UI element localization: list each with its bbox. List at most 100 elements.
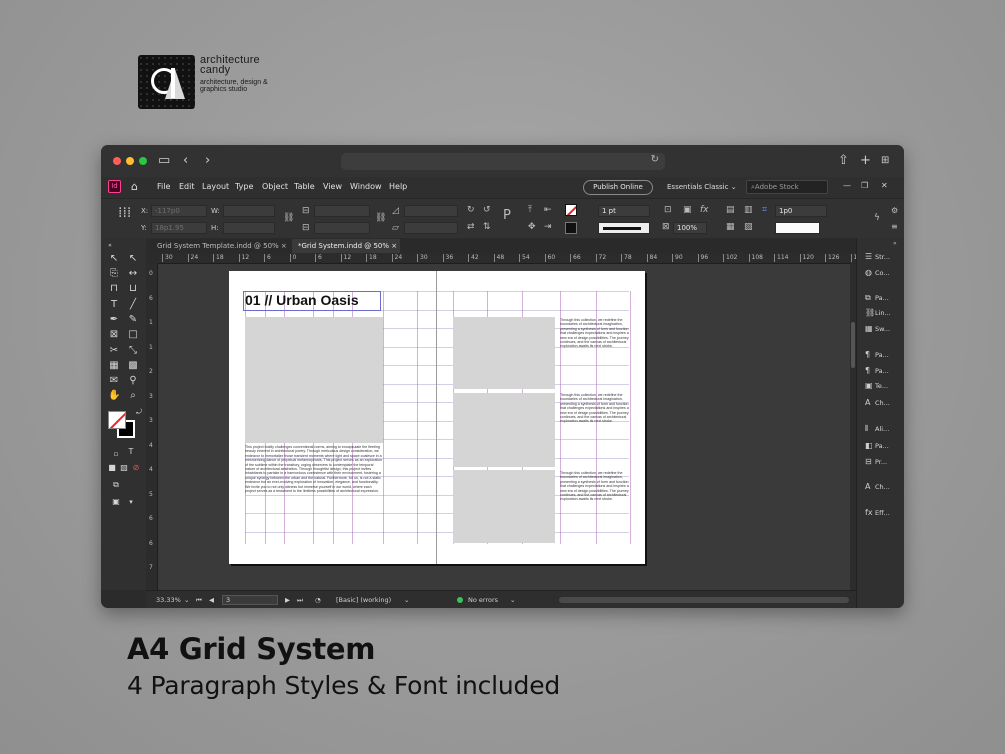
- close-window-button[interactable]: [113, 157, 121, 165]
- scale-y-icon[interactable]: ⊟: [302, 223, 310, 233]
- publish-online-button[interactable]: Publish Online: [583, 180, 653, 195]
- scale-x-field[interactable]: [314, 205, 370, 217]
- zoom-tool-icon[interactable]: ⌕: [127, 390, 139, 402]
- share-icon[interactable]: ⇧: [838, 153, 849, 169]
- object-style-dropdown[interactable]: [775, 222, 820, 234]
- panel-color[interactable]: ◍ Co...: [865, 268, 890, 278]
- select-previous-icon[interactable]: ⇤: [544, 205, 552, 215]
- panel-links[interactable]: ⛓Lin...: [865, 308, 891, 318]
- view-mode-menu-icon[interactable]: ▾: [125, 496, 137, 508]
- hand-tool-icon[interactable]: ✋: [108, 390, 120, 402]
- stroke-type-dropdown[interactable]: [598, 222, 650, 234]
- chevron-down-icon[interactable]: ⌄: [510, 596, 515, 604]
- next-page-icon[interactable]: ▶: [285, 596, 290, 604]
- tab-grid-system[interactable]: *Grid System.indd @ 50% ×: [292, 239, 400, 253]
- reference-point-icon[interactable]: ⁞⁞⁞: [118, 206, 131, 220]
- stroke-swatch[interactable]: [565, 222, 577, 234]
- menu-window[interactable]: Window: [350, 181, 382, 193]
- gradient-feather-tool-icon[interactable]: ▩: [127, 360, 139, 372]
- formatting-text-icon[interactable]: T: [125, 446, 137, 458]
- minimize-icon[interactable]: —: [843, 181, 851, 190]
- close-icon[interactable]: ×: [281, 242, 287, 250]
- rotate-cw-icon[interactable]: ↻: [467, 205, 475, 215]
- fill-swatch[interactable]: [565, 204, 577, 216]
- select-next-icon[interactable]: ⇥: [544, 222, 552, 232]
- chevron-left-icon[interactable]: ‹: [183, 153, 188, 169]
- zoom-level[interactable]: 33.33%: [156, 596, 181, 604]
- image-placeholder[interactable]: [245, 317, 383, 443]
- screen-mode-icon[interactable]: ⧉: [110, 479, 122, 491]
- panel-character-styles[interactable]: A Ch...: [865, 482, 890, 492]
- select-content-icon[interactable]: ✥: [528, 222, 536, 232]
- select-container-icon[interactable]: ⤒: [528, 205, 532, 215]
- rectangle-frame-tool-icon[interactable]: ⊠: [108, 329, 120, 341]
- panel-paragraph-styles[interactable]: ¶ Pa...: [865, 350, 889, 360]
- rectangle-tool-icon[interactable]: □: [127, 329, 139, 341]
- minimize-window-button[interactable]: [126, 157, 134, 165]
- horizontal-scrollbar[interactable]: [559, 597, 849, 603]
- pen-tool-icon[interactable]: ✒: [108, 314, 120, 326]
- lightning-icon[interactable]: ϟ: [874, 213, 880, 223]
- frame-select-icon[interactable]: ⌗: [762, 205, 767, 215]
- direct-selection-tool-icon[interactable]: ↖: [127, 253, 139, 265]
- image-placeholder[interactable]: [453, 470, 555, 543]
- note-tool-icon[interactable]: ✉: [108, 375, 120, 387]
- distribute-spacing-icon[interactable]: ▧: [744, 222, 753, 232]
- flip-horizontal-icon[interactable]: ⇄: [467, 222, 475, 232]
- menu-view[interactable]: View: [323, 181, 342, 193]
- scissors-tool-icon[interactable]: ✂: [108, 345, 120, 357]
- gear-icon[interactable]: ⚙: [891, 206, 898, 216]
- distribute-icon[interactable]: ▦: [726, 222, 735, 232]
- page-tool-icon[interactable]: ⎘: [108, 268, 120, 280]
- menu-object[interactable]: Object: [262, 181, 288, 193]
- formatting-container-icon[interactable]: ▫: [110, 448, 122, 460]
- panel-character[interactable]: A Ch...: [865, 398, 890, 408]
- menu-file[interactable]: File: [157, 181, 170, 193]
- restore-icon[interactable]: ❐: [861, 181, 868, 190]
- close-icon[interactable]: ✕: [881, 181, 888, 190]
- close-icon[interactable]: ×: [391, 242, 397, 250]
- last-page-icon[interactable]: ⏭: [297, 596, 303, 604]
- frame-fitting-icon[interactable]: ⊡: [664, 205, 672, 215]
- menu-layout[interactable]: Layout: [202, 181, 229, 193]
- content-placer-icon[interactable]: ⊔: [127, 283, 139, 295]
- gap-tool-icon[interactable]: ↔: [127, 268, 139, 280]
- apply-none-icon[interactable]: ⊘: [130, 462, 142, 474]
- panel-properties[interactable]: ⊟ Pr...: [865, 457, 887, 467]
- gradient-swatch-tool-icon[interactable]: ▦: [108, 360, 120, 372]
- chevron-down-icon[interactable]: ⌄: [404, 596, 409, 604]
- eyedropper-tool-icon[interactable]: ⚲: [127, 375, 139, 387]
- type-tool-icon[interactable]: T: [108, 299, 120, 311]
- free-transform-tool-icon[interactable]: ⤡: [127, 345, 139, 357]
- opacity-field[interactable]: 100%: [673, 222, 707, 234]
- zoom-window-button[interactable]: [139, 157, 147, 165]
- tab-grid-system-template[interactable]: Grid System Template.indd @ 50% ×: [151, 239, 289, 253]
- scale-x-icon[interactable]: ⊟: [302, 206, 310, 216]
- panel-pages[interactable]: ⧉ Pa...: [865, 293, 889, 303]
- panel-swatches[interactable]: ▦ Sw...: [865, 324, 890, 334]
- menu-help[interactable]: Help: [389, 181, 407, 193]
- page-heading[interactable]: 01 // Urban Oasis: [245, 292, 359, 308]
- image-placeholder[interactable]: [453, 317, 555, 389]
- collapse-tools-icon[interactable]: «: [104, 240, 116, 252]
- y-field[interactable]: 18p1.95: [151, 222, 207, 234]
- left-body-text[interactable]: This project boldly challenges conventio…: [245, 445, 383, 517]
- line-tool-icon[interactable]: ╱: [127, 299, 139, 311]
- height-field[interactable]: [223, 222, 275, 234]
- fit-content-icon[interactable]: ▣: [683, 205, 692, 215]
- plus-icon[interactable]: +: [860, 153, 871, 169]
- page-number-field[interactable]: 3: [222, 595, 278, 605]
- stroke-weight-field[interactable]: 1 pt: [598, 205, 650, 217]
- horizontal-ruler[interactable]: 30 24 18 12 6 0 6 12 18 24 30 36 42 48 54 60 66 72 78 84 90 9…: [158, 253, 865, 264]
- effects-fx-icon[interactable]: fx: [700, 205, 709, 215]
- constrain-scale-icon[interactable]: ⛓: [375, 213, 386, 223]
- panel-align[interactable]: ⫴ Ali...: [865, 424, 889, 434]
- shear-field[interactable]: [404, 222, 458, 234]
- view-mode-icon[interactable]: ▣: [110, 496, 122, 508]
- right-body-text[interactable]: Through this collection, we redefine the…: [560, 471, 630, 517]
- offset-field[interactable]: 1p0: [775, 205, 827, 217]
- reload-icon[interactable]: ↻: [651, 154, 659, 165]
- rotation-field[interactable]: [404, 205, 458, 217]
- document-spread[interactable]: 01 // Urban Oasis This project boldly ch…: [229, 271, 645, 564]
- menu-table[interactable]: Table: [294, 181, 315, 193]
